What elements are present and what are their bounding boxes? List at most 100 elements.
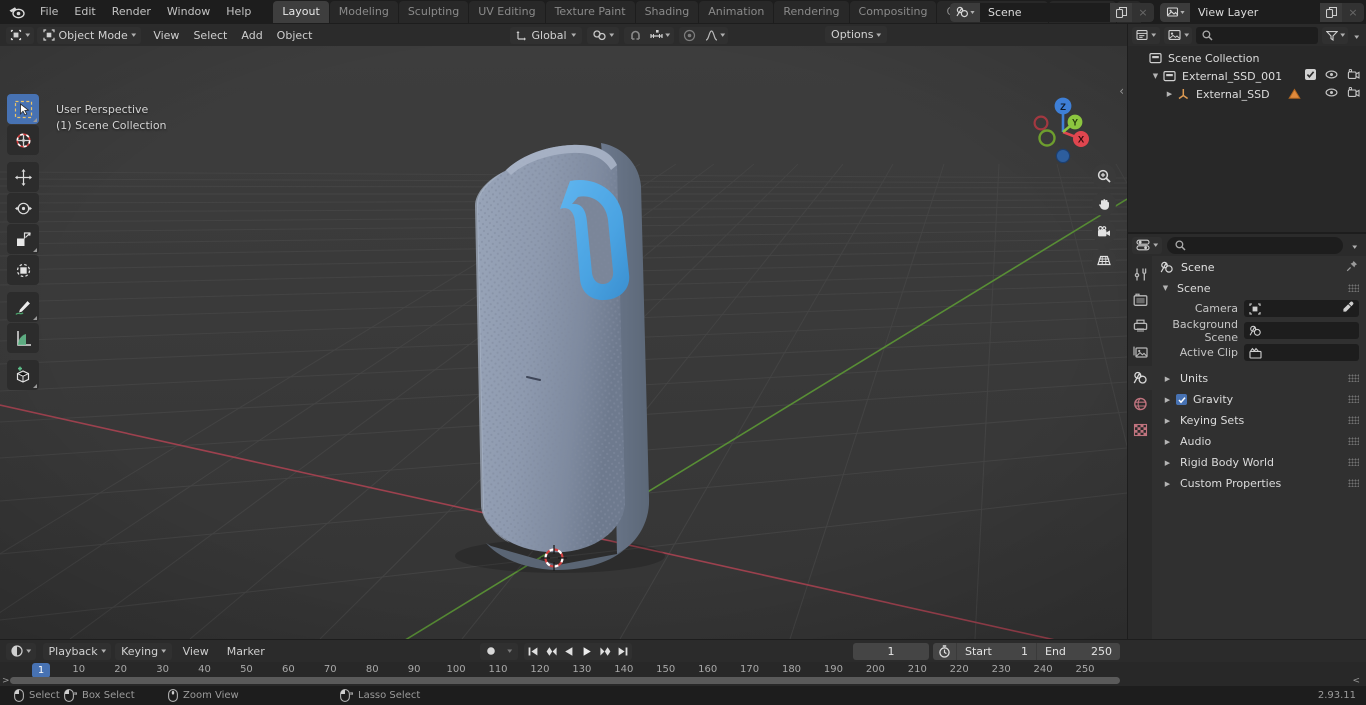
annotate-tool[interactable] (7, 292, 39, 322)
snap-target-button[interactable]: ▾ (586, 26, 620, 44)
render-tab[interactable] (1128, 288, 1152, 312)
chevron-down-icon[interactable]: ▼ (1150, 72, 1161, 80)
timeline-menu-playback[interactable]: Playback ▾ (42, 642, 112, 660)
view-layer-icon[interactable]: ▾ (1160, 2, 1190, 22)
properties-panel-rigid-body-world[interactable]: ▶ Rigid Body World (1152, 452, 1366, 473)
unlink-viewlayer-button[interactable]: × (1342, 2, 1364, 22)
proportional-edit-icon[interactable] (679, 27, 701, 44)
chevron-down-icon[interactable]: ▼ (1160, 284, 1171, 292)
chevron-right-icon[interactable]: ▶ (1162, 417, 1173, 425)
timeline-editor-type-button[interactable]: ▾ (6, 642, 36, 660)
workspace-tab-compositing[interactable]: Compositing (849, 1, 937, 23)
scene-name-field[interactable]: Scene (980, 2, 1110, 22)
properties-editor-type-button[interactable]: ▾ (1132, 236, 1162, 254)
viewlayer-name-field[interactable]: View Layer (1190, 2, 1320, 22)
chevron-right-icon[interactable]: ▶ (1164, 90, 1175, 98)
scene-icon[interactable]: ▾ (950, 2, 980, 22)
workspace-tab-shading[interactable]: Shading (635, 1, 699, 23)
timeline-collapse-icon[interactable]: < (1352, 676, 1360, 686)
viewlayer-selector[interactable]: ▾ View Layer × (1160, 2, 1364, 22)
jump-to-prev-keyframe-button[interactable] (542, 643, 560, 660)
record-icon[interactable] (480, 643, 502, 660)
outliner-row[interactable]: ▼ External_SSD_001 (1128, 67, 1366, 85)
timeline-menu-view[interactable]: View (176, 643, 216, 660)
pan-icon[interactable] (1092, 192, 1116, 216)
unlink-scene-button[interactable]: × (1132, 2, 1154, 22)
workspace-tab-layout[interactable]: Layout (273, 1, 329, 23)
play-reverse-button[interactable] (560, 643, 578, 660)
workspace-tab-modeling[interactable]: Modeling (329, 1, 398, 23)
properties-panel-custom-properties[interactable]: ▶ Custom Properties (1152, 473, 1366, 494)
properties-panel-gravity[interactable]: ▶ Gravity (1152, 389, 1366, 410)
jump-to-next-keyframe-button[interactable] (596, 643, 614, 660)
chevron-right-icon[interactable]: ▶ (1162, 438, 1173, 446)
options-button[interactable]: Options ▾ (825, 26, 887, 43)
workspace-tab-sculpting[interactable]: Sculpting (398, 1, 469, 23)
timeline-expand-icon[interactable]: > (2, 676, 10, 686)
scene-selector[interactable]: ▾ Scene × (950, 2, 1154, 22)
outliner-visibility-icon[interactable] (1325, 87, 1338, 101)
view-layer-tab[interactable] (1128, 340, 1152, 364)
outliner-filter-button[interactable]: ▾ (1321, 26, 1349, 44)
workspace-tab-uv-editing[interactable]: UV Editing (469, 1, 545, 23)
outliner-search-input[interactable] (1196, 26, 1318, 44)
scene-tab[interactable] (1128, 366, 1152, 390)
chevron-right-icon[interactable]: ▶ (1162, 375, 1173, 383)
start-frame-field[interactable]: Start 1 (956, 642, 1036, 660)
properties-options-chevron[interactable]: ▾ (1348, 239, 1362, 252)
chevron-right-icon[interactable]: ▶ (1162, 480, 1173, 488)
workspace-tab-animation[interactable]: Animation (699, 1, 774, 23)
texture-tab[interactable] (1128, 418, 1152, 442)
menu-file[interactable]: File (32, 2, 66, 22)
jump-to-end-button[interactable] (614, 643, 632, 660)
properties-panel-keying-sets[interactable]: ▶ Keying Sets (1152, 410, 1366, 431)
object-mode-selector[interactable]: Object Mode ▾ (36, 26, 142, 44)
property-field[interactable] (1244, 322, 1359, 339)
workspace-tab-rendering[interactable]: Rendering (774, 1, 849, 23)
chevron-right-icon[interactable]: ▶ (1162, 459, 1173, 467)
scene-panel-header[interactable]: ▼ Scene (1152, 278, 1366, 298)
timeline-menu-keying[interactable]: Keying ▾ (115, 642, 172, 660)
properties-panel-units[interactable]: ▶ Units (1152, 368, 1366, 389)
chevron-right-icon[interactable]: ▶ (1162, 396, 1173, 404)
viewport-menu-add[interactable]: Add (234, 27, 269, 44)
pin-icon[interactable] (1346, 260, 1358, 275)
property-field[interactable] (1244, 300, 1359, 317)
end-frame-field[interactable]: End 250 (1036, 642, 1120, 660)
output-tab[interactable] (1128, 314, 1152, 338)
playhead[interactable]: 1 (32, 663, 50, 678)
viewport-canvas[interactable]: User Perspective (1) Scene Collection ‹ … (0, 46, 1127, 639)
viewport-menu-select[interactable]: Select (186, 27, 234, 44)
outliner-visibility-icon[interactable] (1325, 69, 1338, 83)
chevron-down-icon[interactable]: ▾ (502, 643, 518, 660)
zoom-icon[interactable] (1092, 164, 1116, 188)
properties-search-input[interactable] (1166, 236, 1344, 254)
move-tool[interactable] (7, 162, 39, 192)
rotate-tool[interactable] (7, 193, 39, 223)
outliner-row[interactable]: Scene Collection (1128, 49, 1366, 67)
outliner-render-icon[interactable] (1347, 86, 1360, 101)
new-viewlayer-button[interactable] (1320, 2, 1342, 22)
snap-mode-button[interactable]: ▾ (646, 27, 674, 44)
cursor-tool[interactable] (7, 125, 39, 155)
outliner-checkbox[interactable] (1305, 69, 1316, 83)
camera-icon[interactable] (1092, 220, 1116, 244)
scale-tool[interactable] (7, 224, 39, 254)
new-scene-button[interactable] (1110, 2, 1132, 22)
property-field[interactable] (1244, 344, 1359, 361)
menu-render[interactable]: Render (104, 2, 159, 22)
properties-panel-audio[interactable]: ▶ Audio (1152, 431, 1366, 452)
jump-to-start-button[interactable] (524, 643, 542, 660)
menu-window[interactable]: Window (159, 2, 218, 22)
outliner-filter-chevron[interactable]: ▾ (1352, 29, 1362, 42)
world-tab[interactable] (1128, 392, 1152, 416)
eyedropper-icon[interactable] (1342, 301, 1354, 316)
current-frame-field[interactable]: 1 (853, 642, 929, 660)
menu-edit[interactable]: Edit (66, 2, 103, 22)
tool-tab[interactable] (1128, 262, 1152, 286)
outliner-editor-type-button[interactable]: ▾ (1132, 26, 1160, 44)
outliner-display-mode-button[interactable]: ▾ (1163, 26, 1193, 44)
measure-tool[interactable] (7, 323, 39, 353)
magnet-icon[interactable] (624, 27, 646, 44)
workspace-tab-texture-paint[interactable]: Texture Paint (545, 1, 635, 23)
